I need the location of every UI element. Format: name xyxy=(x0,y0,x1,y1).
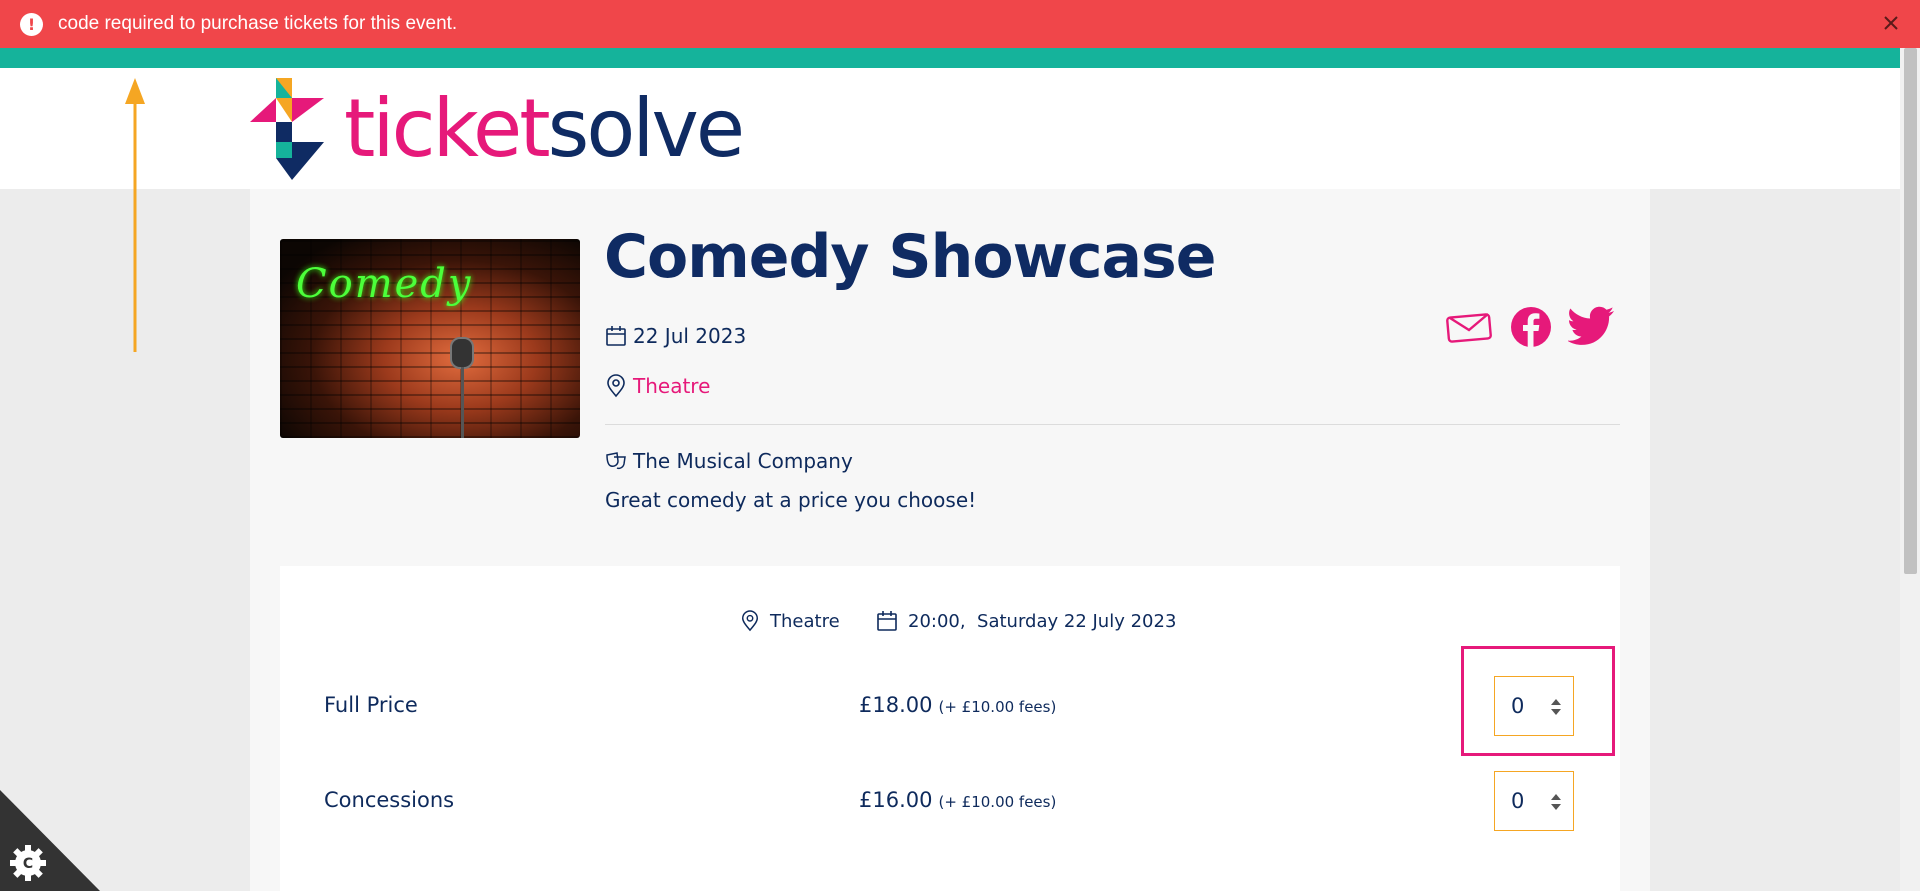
event-description: Great comedy at a price you choose! xyxy=(605,488,977,512)
ticket-type-name: Full Price xyxy=(324,693,418,717)
logo-text-solve: solve xyxy=(547,82,745,175)
event-organiser: The Musical Company xyxy=(605,449,853,473)
performance-datetime: 20:00, Saturday 22 July 2023 xyxy=(876,610,1176,632)
performance-venue: Theatre xyxy=(740,610,840,632)
calendar-icon xyxy=(877,611,897,631)
event-date: 22 Jul 2023 xyxy=(605,324,746,348)
ticket-fees: (+ £10.00 fees) xyxy=(938,698,1057,716)
divider xyxy=(605,424,1620,425)
theatre-masks-icon xyxy=(606,452,626,470)
email-icon[interactable] xyxy=(1446,305,1492,349)
ticket-fees: (+ £10.00 fees) xyxy=(938,793,1057,811)
ticket-price-value: £16.00 xyxy=(859,788,933,812)
ticket-price-value: £18.00 xyxy=(859,693,933,717)
annotation-arrow xyxy=(125,78,145,352)
calendar-icon xyxy=(606,326,626,346)
exclamation-circle-icon: ! xyxy=(20,12,43,36)
header-stripe xyxy=(0,48,1900,68)
quantity-value: 0 xyxy=(1511,694,1525,718)
alert-message: code required to purchase tickets for th… xyxy=(58,13,458,34)
spinner-arrows-icon[interactable] xyxy=(1551,698,1561,716)
quantity-stepper[interactable]: 0 xyxy=(1494,771,1574,831)
performance-datetime-text: 20:00, Saturday 22 July 2023 xyxy=(908,610,1177,632)
organiser-name: The Musical Company xyxy=(633,449,853,473)
event-image-neon-text: Comedy xyxy=(296,261,473,307)
quantity-value: 0 xyxy=(1511,789,1525,813)
event-venue-text[interactable]: Theatre xyxy=(633,374,710,398)
twitter-icon[interactable] xyxy=(1568,305,1616,349)
event-venue-link[interactable]: Theatre xyxy=(605,374,710,398)
location-pin-icon xyxy=(741,610,759,632)
performance-venue-text: Theatre xyxy=(770,610,840,632)
scrollbar-thumb[interactable] xyxy=(1904,48,1917,574)
ticket-type-name: Concessions xyxy=(324,788,455,812)
cookie-settings-icon[interactable]: C xyxy=(0,790,100,891)
spinner-arrows-icon[interactable] xyxy=(1551,793,1561,811)
location-pin-icon xyxy=(607,374,625,398)
logo-mark-icon xyxy=(250,78,324,180)
ticket-price: £18.00 (+ £10.00 fees) xyxy=(859,693,1056,717)
ticketsolve-logo[interactable]: ticketsolve xyxy=(250,78,745,180)
event-date-text: 22 Jul 2023 xyxy=(633,324,747,348)
error-alert-bar: ! code required to purchase tickets for … xyxy=(0,0,1920,48)
facebook-icon[interactable] xyxy=(1509,305,1553,349)
event-title: Comedy Showcase xyxy=(604,222,1216,292)
cookie-letter: C xyxy=(23,856,33,872)
close-icon[interactable] xyxy=(1880,12,1902,34)
event-image: Comedy xyxy=(280,239,580,438)
ticket-price: £16.00 (+ £10.00 fees) xyxy=(859,788,1056,812)
logo-text-ticket: ticket xyxy=(344,82,551,175)
quantity-stepper[interactable]: 0 xyxy=(1494,676,1574,736)
